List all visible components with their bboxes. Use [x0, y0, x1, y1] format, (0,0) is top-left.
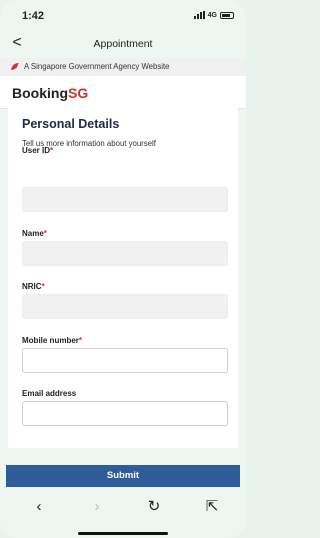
battery-icon: [220, 11, 234, 19]
email-address-field[interactable]: [22, 401, 228, 426]
home-indicator: [78, 532, 168, 535]
status-icons: 4G: [193, 11, 234, 19]
status-bar: 1:42 4G: [0, 0, 246, 30]
nric-field[interactable]: [22, 294, 228, 319]
submit-button[interactable]: Submit: [6, 465, 240, 487]
reload-icon[interactable]: ↻: [142, 496, 166, 518]
required-marker: *: [50, 146, 54, 155]
required-marker: *: [78, 336, 83, 345]
submit-label: Submit: [106, 470, 140, 481]
nric-label: NRIC*: [22, 282, 45, 291]
name-field[interactable]: [22, 241, 228, 266]
gov-banner-text: A Singapore Government Agency Website: [24, 62, 170, 71]
browser-forward-icon[interactable]: ›: [85, 496, 109, 518]
bookingsg-logo[interactable]: BookingSG: [12, 85, 88, 101]
section-title: Personal Details: [22, 117, 120, 131]
email-address-label: Email address: [22, 389, 77, 398]
name-label: Name*: [22, 229, 47, 238]
user-id-label: User ID*: [22, 146, 54, 155]
required-marker: *: [43, 229, 47, 238]
lion-head-icon: [11, 63, 19, 70]
logo-text-accent: SG: [68, 85, 89, 101]
mobile-number-label: Mobile number*: [22, 336, 83, 345]
share-icon[interactable]: ⇱: [200, 496, 224, 518]
browser-back-icon[interactable]: ‹: [27, 496, 51, 518]
phone-screen: 1:42 4G < Appointment A Singapore Govern…: [0, 0, 246, 538]
gov-banner: A Singapore Government Agency Website: [0, 58, 246, 76]
page-title: Appointment: [93, 38, 153, 50]
required-marker: *: [41, 282, 45, 291]
brand-header: BookingSG: [0, 76, 246, 109]
logo-text-main: Booking: [12, 85, 68, 101]
nav-bar: < Appointment: [0, 30, 246, 58]
mobile-number-field[interactable]: [22, 348, 228, 373]
browser-toolbar: ‹ › ↻ ⇱: [0, 490, 246, 538]
network-type: 4G: [207, 11, 217, 19]
user-id-field[interactable]: [22, 187, 228, 212]
form-card: Personal Details Tell us more informatio…: [8, 108, 238, 448]
signal-icon: [193, 11, 205, 19]
clock: 1:42: [22, 10, 45, 22]
